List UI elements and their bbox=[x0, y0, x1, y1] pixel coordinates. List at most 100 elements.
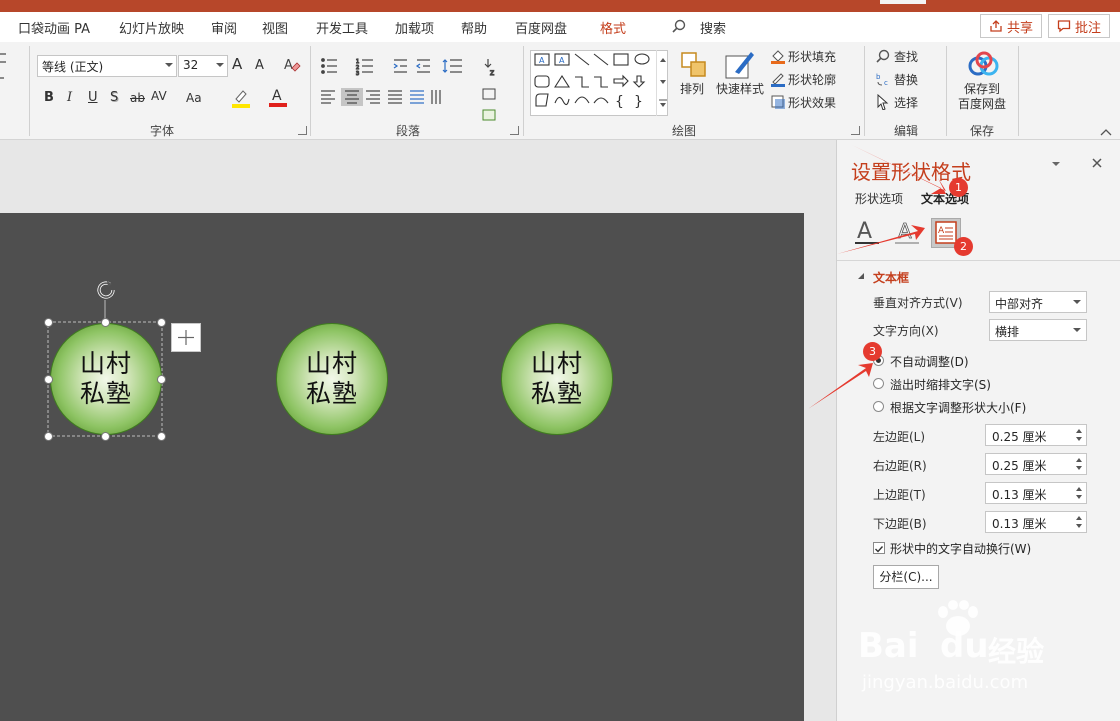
resize-handle-bottom-left[interactable] bbox=[44, 432, 53, 441]
spin-up-icon[interactable] bbox=[1076, 429, 1082, 433]
tab-developer[interactable]: 开发工具 bbox=[316, 18, 368, 37]
find-icon[interactable] bbox=[876, 49, 890, 63]
radio-shrink-label[interactable]: 溢出时缩排文字(S) bbox=[890, 376, 991, 393]
share-button[interactable]: 共享 bbox=[980, 14, 1043, 38]
tab-review[interactable]: 审阅 bbox=[211, 18, 237, 37]
shapes-gallery[interactable]: A A {} bbox=[530, 50, 668, 116]
resize-handle-top-right[interactable] bbox=[157, 318, 166, 327]
resize-handle-top-left[interactable] bbox=[44, 318, 53, 327]
font-color-icon[interactable]: A bbox=[268, 86, 288, 108]
right-margin-input[interactable]: 0.25 厘米 bbox=[985, 453, 1087, 475]
text-fill-outline-icon[interactable]: A bbox=[855, 218, 881, 246]
text-shadow-button[interactable]: S bbox=[110, 89, 118, 107]
strikethrough-button[interactable]: ab bbox=[130, 89, 145, 107]
italic-button[interactable]: I bbox=[67, 89, 72, 107]
alignment-icons[interactable] bbox=[320, 88, 480, 106]
clear-format-icon[interactable]: A bbox=[283, 56, 301, 74]
resize-handle-bottom-right[interactable] bbox=[157, 432, 166, 441]
change-case-button[interactable]: Aa bbox=[186, 89, 202, 107]
font-name-combo[interactable]: 等线 (正文) bbox=[37, 55, 177, 77]
section-textbox-label[interactable]: 文本框 bbox=[873, 269, 909, 286]
spin-up-icon[interactable] bbox=[1076, 487, 1082, 491]
font-dialog-launcher[interactable] bbox=[298, 126, 307, 135]
gallery-scroll-arrows-icon[interactable] bbox=[657, 50, 669, 116]
tab-pocket-animation[interactable]: 口袋动画 PA bbox=[18, 18, 90, 37]
spin-down-icon[interactable] bbox=[1076, 466, 1082, 470]
tab-slideshow[interactable]: 幻灯片放映 bbox=[119, 18, 184, 37]
shape-effects-button[interactable]: 形状效果 bbox=[788, 94, 836, 112]
resize-handle-right[interactable] bbox=[157, 375, 166, 384]
radio-resize-label[interactable]: 根据文字调整形状大小(F) bbox=[890, 399, 1026, 416]
select-cursor-icon[interactable] bbox=[877, 94, 889, 110]
shape-outline-icon[interactable] bbox=[770, 71, 786, 87]
character-spacing-button[interactable]: AV bbox=[151, 87, 167, 105]
radio-shrink-on-overflow[interactable] bbox=[873, 378, 884, 389]
clipboard-stub-icon[interactable] bbox=[0, 48, 10, 88]
circle-shape-2[interactable]: 山村 私塾 bbox=[276, 323, 388, 435]
shape-effects-icon[interactable] bbox=[770, 94, 786, 110]
replace-icon[interactable]: bc bbox=[876, 72, 892, 86]
text-direction-icons[interactable] bbox=[480, 86, 510, 126]
spin-up-icon[interactable] bbox=[1076, 458, 1082, 462]
save-netdisk-line1[interactable]: 保存到 bbox=[964, 82, 1000, 96]
radio-no-autofit-label[interactable]: 不自动调整(D) bbox=[890, 353, 969, 370]
tab-shape-options[interactable]: 形状选项 bbox=[855, 190, 903, 207]
underline-button[interactable]: U bbox=[88, 89, 98, 107]
circle-shape-1[interactable]: 山村 私塾 bbox=[50, 323, 162, 435]
shape-fill-button[interactable]: 形状填充 bbox=[788, 48, 836, 66]
arrange-button[interactable]: 排列 bbox=[680, 82, 704, 96]
comments-button[interactable]: 批注 bbox=[1048, 14, 1111, 38]
left-margin-input[interactable]: 0.25 厘米 bbox=[985, 424, 1087, 446]
tab-format[interactable]: 格式 bbox=[600, 18, 626, 37]
wrap-text-checkbox[interactable] bbox=[873, 542, 885, 554]
arrange-icon[interactable] bbox=[679, 50, 709, 82]
wrap-text-label[interactable]: 形状中的文字自动换行(W) bbox=[890, 540, 1031, 557]
layout-options-button[interactable] bbox=[171, 323, 201, 352]
drawing-dialog-launcher[interactable] bbox=[851, 126, 860, 135]
list-and-indent-icons[interactable]: 123 Z bbox=[320, 56, 505, 76]
collapse-ribbon-icon[interactable] bbox=[1100, 128, 1112, 136]
tab-help[interactable]: 帮助 bbox=[461, 18, 487, 37]
tab-view[interactable]: 视图 bbox=[262, 18, 288, 37]
spin-up-icon[interactable] bbox=[1076, 516, 1082, 520]
shape-outline-button[interactable]: 形状轮廓 bbox=[788, 71, 836, 89]
baidu-netdisk-icon[interactable] bbox=[968, 51, 1000, 77]
spin-down-icon[interactable] bbox=[1076, 437, 1082, 441]
resize-handle-top[interactable] bbox=[101, 318, 110, 327]
bold-button[interactable]: B bbox=[44, 89, 54, 107]
shape-fill-icon[interactable] bbox=[770, 48, 786, 64]
paragraph-dialog-launcher[interactable] bbox=[510, 126, 519, 135]
save-netdisk-line2[interactable]: 百度网盘 bbox=[958, 97, 1006, 111]
search-icon[interactable] bbox=[672, 19, 686, 33]
radio-resize-shape[interactable] bbox=[873, 401, 884, 412]
quick-styles-button[interactable]: 快速样式 bbox=[716, 82, 764, 96]
gallery-scroll[interactable] bbox=[656, 50, 668, 116]
find-button[interactable]: 查找 bbox=[894, 48, 918, 66]
select-button[interactable]: 选择 bbox=[894, 94, 918, 112]
text-effects-icon[interactable]: A bbox=[895, 218, 921, 246]
circle-shape-3[interactable]: 山村 私塾 bbox=[501, 323, 613, 435]
tell-me-search[interactable]: 搜索 bbox=[700, 18, 726, 37]
direction-select[interactable]: 横排 bbox=[989, 319, 1087, 341]
bottom-margin-input[interactable]: 0.13 厘米 bbox=[985, 511, 1087, 533]
resize-handle-bottom[interactable] bbox=[101, 432, 110, 441]
highlight-pen-icon[interactable] bbox=[231, 87, 251, 109]
font-size-combo[interactable]: 32 bbox=[178, 55, 228, 77]
tab-baidu-netdisk[interactable]: 百度网盘 bbox=[515, 18, 567, 37]
valign-select[interactable]: 中部对齐 bbox=[989, 291, 1087, 313]
top-margin-input[interactable]: 0.13 厘米 bbox=[985, 482, 1087, 504]
tab-addins[interactable]: 加载项 bbox=[395, 18, 434, 37]
pane-options-chevron-icon[interactable] bbox=[1051, 160, 1061, 168]
spin-down-icon[interactable] bbox=[1076, 524, 1082, 528]
section-expanded-icon[interactable] bbox=[857, 272, 865, 280]
shrink-font-button[interactable]: A bbox=[255, 57, 264, 75]
grow-font-button[interactable]: A bbox=[232, 55, 242, 73]
spin-down-icon[interactable] bbox=[1076, 495, 1082, 499]
shapes-gallery-icons[interactable]: A A {} bbox=[531, 51, 657, 115]
quick-styles-icon[interactable] bbox=[723, 46, 757, 82]
rotate-handle-icon[interactable] bbox=[95, 278, 119, 302]
close-icon[interactable] bbox=[1090, 156, 1104, 170]
columns-button[interactable]: 分栏(C)... bbox=[873, 565, 939, 589]
replace-button[interactable]: 替换 bbox=[894, 71, 918, 89]
resize-handle-left[interactable] bbox=[44, 375, 53, 384]
